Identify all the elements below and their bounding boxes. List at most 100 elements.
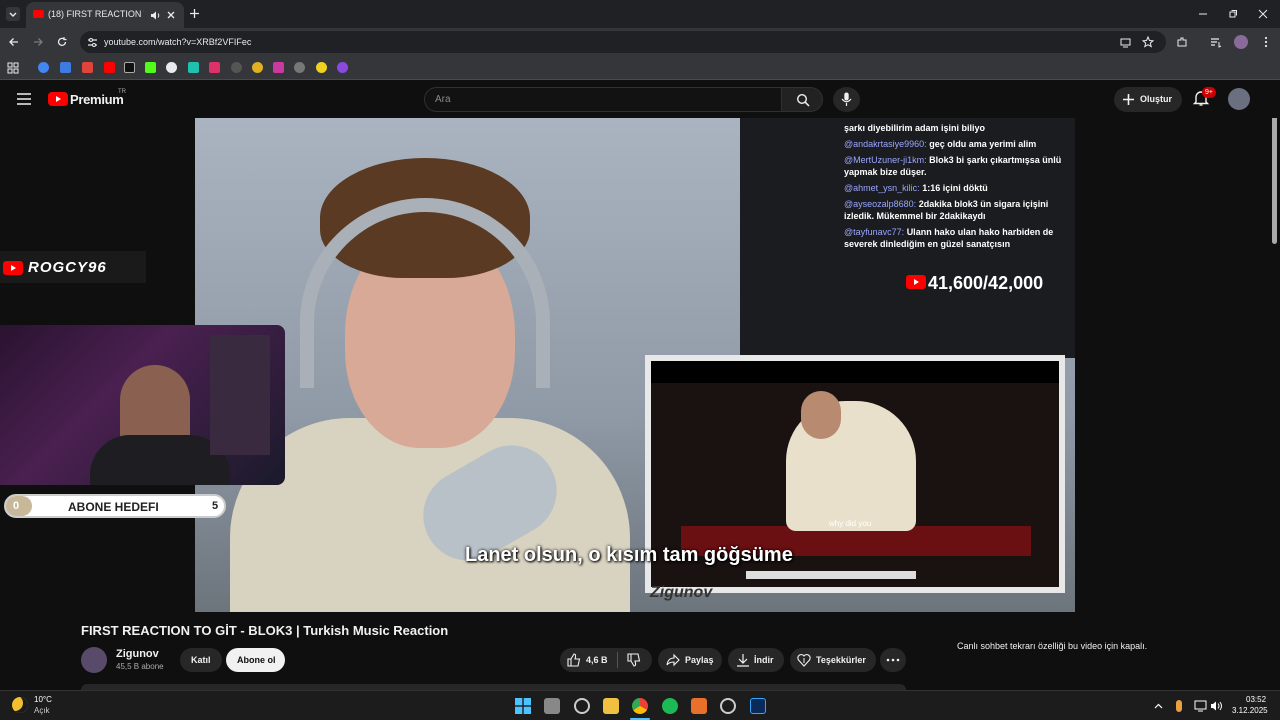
plus-icon (1123, 94, 1134, 105)
spotify-icon[interactable] (662, 698, 678, 714)
bookmark-icon[interactable] (209, 62, 220, 73)
embedded-progress-bar (746, 571, 916, 579)
bookmark-icon[interactable] (316, 62, 327, 73)
download-icon (737, 654, 749, 667)
share-label: Paylaş (685, 655, 714, 665)
bookmark-icon[interactable] (294, 62, 305, 73)
gmail-bookmark-icon[interactable] (82, 62, 93, 73)
windows-logo-icon (515, 698, 531, 714)
dislike-button[interactable] (620, 648, 652, 672)
search-button[interactable] (781, 87, 823, 112)
youtube-favicon-icon (33, 10, 44, 18)
close-window-icon[interactable] (1258, 9, 1268, 19)
video-subtitle: Lanet olsun, o kısım tam göğsüme (465, 544, 793, 566)
browser-toolbar: youtube.com/watch?v=XRBf2VFIFec (0, 28, 1280, 56)
clock-date[interactable]: 3.12.2025 (1232, 706, 1268, 715)
speaker-icon[interactable] (150, 10, 161, 21)
youtube-logo[interactable] (48, 92, 68, 106)
volume-icon[interactable] (1210, 700, 1223, 712)
stream-chat-overlay: şarkı diyebilirim adam işini biliyo @and… (844, 118, 1074, 278)
search-input[interactable]: Ara (424, 87, 782, 112)
apps-grid-icon[interactable] (7, 62, 19, 74)
display-icon[interactable] (1194, 700, 1207, 712)
goal-start: 0 (13, 500, 20, 512)
chevron-down-icon (9, 12, 17, 17)
channel-watermark: Zigunov (650, 584, 713, 601)
new-tab-icon[interactable] (189, 8, 200, 19)
scrollbar-thumb[interactable] (1272, 118, 1277, 244)
browser-tab[interactable]: (18) FIRST REACTION TO GİT - BLOK3 | Tur… (26, 2, 184, 28)
tab-search-button[interactable] (6, 7, 20, 21)
back-arrow-icon[interactable] (8, 36, 20, 48)
download-label: İndir (754, 655, 774, 665)
embedded-video-face (801, 391, 841, 439)
search-icon (796, 93, 810, 107)
bookmark-icon[interactable] (337, 62, 348, 73)
forward-arrow-icon[interactable] (32, 36, 44, 48)
more-actions-button[interactable] (880, 648, 906, 672)
install-app-icon[interactable] (1120, 37, 1131, 48)
bookmark-star-icon[interactable] (1142, 36, 1154, 48)
windows-taskbar: 10°C Açık 03:52 3.12.2025 (0, 690, 1280, 720)
task-view-icon[interactable] (544, 698, 560, 714)
folder-bookmark-icon[interactable] (60, 62, 71, 73)
windows-start-icon[interactable] (515, 698, 531, 714)
app-icon[interactable] (691, 698, 707, 714)
profile-avatar[interactable] (1234, 35, 1248, 49)
weather-moon-icon[interactable] (12, 697, 28, 713)
google-bookmark-icon[interactable] (38, 62, 49, 73)
site-info-icon[interactable] (87, 37, 98, 48)
tiktok-bookmark-icon[interactable] (124, 62, 135, 73)
bookmark-icon[interactable] (188, 62, 199, 73)
youtube-play-icon (48, 92, 68, 106)
youtube-bookmark-icon[interactable] (104, 62, 115, 73)
voice-search-button[interactable] (833, 87, 860, 112)
share-icon (666, 653, 680, 667)
thanks-button[interactable]: Teşekkürler (790, 648, 876, 672)
chat-message: @MertUzuner-ji1km: Blok3 bi şarkı çıkart… (844, 155, 1062, 177)
app-icon[interactable] (574, 698, 590, 714)
media-controls-icon[interactable] (1210, 36, 1222, 48)
extensions-icon[interactable] (1176, 36, 1188, 48)
share-button[interactable]: Paylaş (658, 648, 722, 672)
subscriber-counter: 41,600/42,000 (928, 273, 1044, 293)
channel-avatar[interactable] (81, 647, 107, 673)
microphone-tray-icon[interactable] (1176, 700, 1182, 712)
chat-message: @ahmet_ysn_kilic: 1:16 içini döktü (844, 183, 988, 193)
subscribe-button[interactable]: Abone ol (226, 648, 285, 672)
divider (617, 652, 618, 668)
channel-name[interactable]: Zigunov (116, 648, 159, 660)
account-avatar[interactable] (1228, 88, 1250, 110)
super-thanks-icon (797, 654, 811, 667)
create-button[interactable]: Oluştur (1114, 87, 1182, 112)
chrome-icon[interactable] (632, 698, 648, 714)
join-button[interactable]: Katıl (180, 648, 222, 672)
bookmark-icon[interactable] (231, 62, 242, 73)
goal-end: 5 (212, 500, 219, 512)
microphone-icon (841, 92, 852, 106)
thumbs-down-icon (627, 653, 641, 667)
hamburger-menu-icon[interactable] (17, 93, 31, 105)
close-tab-icon[interactable] (166, 10, 176, 20)
photoshop-icon[interactable] (750, 698, 766, 714)
instagram-bookmark-icon[interactable] (273, 62, 284, 73)
clock-time[interactable]: 03:52 (1246, 695, 1266, 704)
chat-message: @tayfunavc77: Ulann hako ulan hako harbi… (844, 227, 1054, 249)
address-bar[interactable]: youtube.com/watch?v=XRBf2VFIFec (80, 31, 1166, 53)
chevron-up-icon[interactable] (1154, 702, 1163, 711)
streamer-name: ROGCY96 (28, 259, 107, 276)
scrollbar-track[interactable] (1270, 118, 1280, 612)
video-player[interactable]: ROGCY96 0 ABONE HEDEFI 5 şarkı diyebilir… (0, 118, 1280, 612)
bookmark-icon[interactable] (252, 62, 263, 73)
download-button[interactable]: İndir (728, 648, 784, 672)
browser-menu-icon[interactable] (1260, 36, 1272, 48)
like-button[interactable]: 4,6 B (560, 648, 616, 672)
notifications-button[interactable]: 9+ (1192, 87, 1216, 109)
bookmark-icon[interactable] (166, 62, 177, 73)
speedometer-icon[interactable] (720, 698, 736, 714)
file-explorer-icon[interactable] (603, 698, 619, 714)
minimize-icon[interactable] (1198, 9, 1208, 19)
reload-icon[interactable] (56, 36, 68, 48)
kick-bookmark-icon[interactable] (145, 62, 156, 73)
restore-icon[interactable] (1228, 9, 1238, 19)
